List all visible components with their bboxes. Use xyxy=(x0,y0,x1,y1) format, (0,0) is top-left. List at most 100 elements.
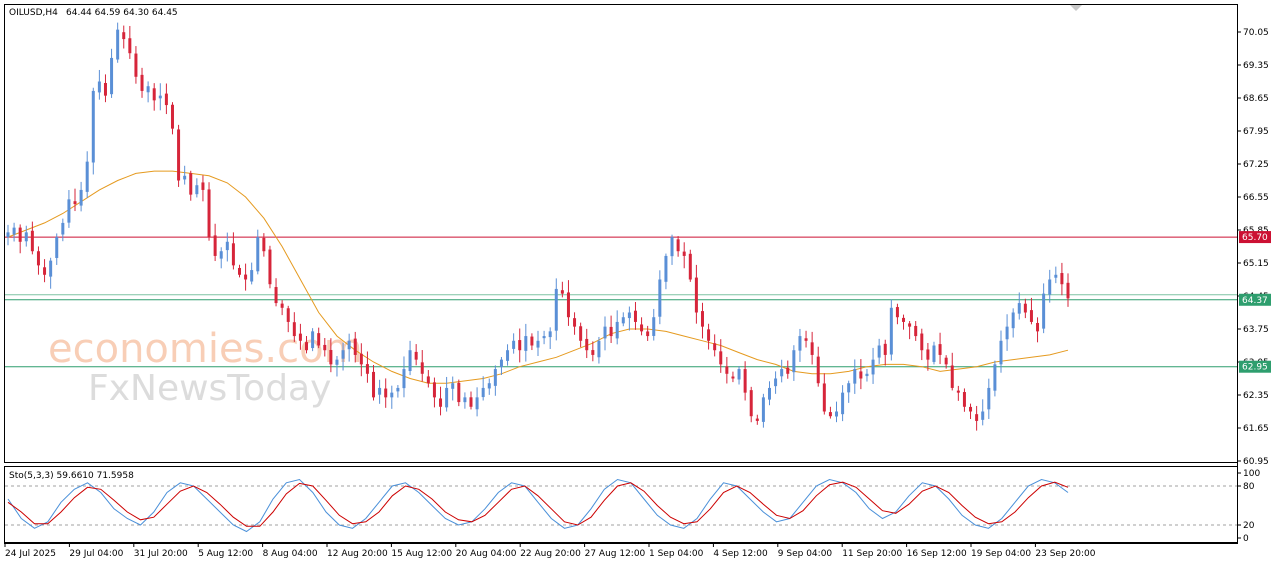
candle-body xyxy=(140,74,144,91)
stoch-tick-label: 20 xyxy=(1243,521,1255,531)
stoch-tick-label: 80 xyxy=(1243,482,1255,492)
candle-body xyxy=(390,392,394,398)
candle-body xyxy=(987,387,991,410)
candle-body xyxy=(914,325,918,337)
time-tick-label: 16 Sep 12:00 xyxy=(907,549,967,559)
time-tick-label: 19 Sep 04:00 xyxy=(971,549,1031,559)
candle-body xyxy=(372,371,376,398)
candle-body xyxy=(627,312,631,319)
candle-body xyxy=(579,326,583,341)
candle-body xyxy=(548,331,552,338)
candle-body xyxy=(286,308,290,322)
candle-body xyxy=(280,303,284,308)
candle-body xyxy=(646,331,650,337)
candle-body xyxy=(871,359,875,375)
candle-body xyxy=(652,317,656,336)
time-tick-label: 5 Aug 12:00 xyxy=(198,549,253,559)
candle-body xyxy=(1048,279,1052,295)
candle-body xyxy=(49,260,53,277)
candle-body xyxy=(621,317,625,324)
candle-body xyxy=(506,350,510,361)
candle-body xyxy=(73,201,77,205)
candle-body xyxy=(317,333,321,346)
candle-body xyxy=(152,88,156,101)
candle-body xyxy=(786,367,790,374)
time-axis: 24 Jul 2025 29 Jul 04:00 31 Jul 20:00 5 Aug… xyxy=(4,543,1096,559)
candle-body xyxy=(24,232,28,242)
stoch-tick-label: 100 xyxy=(1243,469,1260,479)
price-tick-label: 66.55 xyxy=(1243,193,1269,203)
candle-body xyxy=(177,129,181,181)
candle-body xyxy=(305,342,309,351)
candle-body xyxy=(91,90,95,163)
candle-body xyxy=(670,237,674,257)
time-tick-label: 15 Aug 12:00 xyxy=(391,549,452,559)
candle-body xyxy=(103,82,107,96)
candle-body xyxy=(566,292,570,318)
watermark-fxnewstoday: FxNewsToday xyxy=(88,368,331,409)
candle-body xyxy=(414,351,418,360)
candle-body xyxy=(1036,322,1040,332)
candle-body xyxy=(1029,310,1033,322)
candle-body xyxy=(18,227,22,242)
time-tick-label: 9 Sep 04:00 xyxy=(778,549,833,559)
price-tick-label: 60.95 xyxy=(1243,457,1269,467)
candle-body xyxy=(359,353,363,365)
candle-body xyxy=(792,350,796,373)
chart-root: economies.com FxNewsToday 70.05 69.35 68.6… xyxy=(0,0,1280,567)
candle-body xyxy=(609,326,613,337)
candle-body xyxy=(993,364,997,391)
candle-body xyxy=(335,359,339,365)
candle-body xyxy=(676,239,680,252)
candle-body xyxy=(311,331,315,349)
candle-body xyxy=(969,406,973,412)
price-tick-label: 68.65 xyxy=(1243,94,1269,104)
candle-body xyxy=(30,230,34,252)
candle-body xyxy=(1042,293,1046,329)
candle-body xyxy=(883,343,887,355)
price-tick-label: 65.15 xyxy=(1243,259,1269,269)
price-tick-label: 67.95 xyxy=(1243,127,1269,137)
candle-body xyxy=(615,321,619,339)
candle-body xyxy=(475,397,479,410)
candle-body xyxy=(828,412,832,417)
candle-body xyxy=(908,323,912,327)
price-tick-label: 69.35 xyxy=(1243,61,1269,71)
candle-body xyxy=(67,199,71,223)
candle-body xyxy=(731,376,735,379)
time-tick-label: 29 Jul 04:00 xyxy=(69,549,123,559)
candle-body xyxy=(725,366,729,374)
candle-body xyxy=(457,382,461,403)
symbol-label: OILUSD,H4 xyxy=(9,8,58,18)
candle-body xyxy=(877,345,881,358)
price-tick-label: 63.75 xyxy=(1243,325,1269,335)
candle-body xyxy=(341,350,345,359)
candle-body xyxy=(134,53,138,77)
candle-body xyxy=(231,243,235,266)
price-tick-label: 62.35 xyxy=(1243,391,1269,401)
candle-body xyxy=(189,173,193,195)
candle-body xyxy=(658,279,662,317)
time-tick-label: 24 Jul 2025 xyxy=(5,549,56,559)
candle-body xyxy=(981,411,985,420)
candle-body xyxy=(274,287,278,304)
watermark-economies: economies.com xyxy=(48,326,363,372)
candle-body xyxy=(1011,312,1015,329)
stoch-title: Sto(5,3,3) 59.6610 71.5958 xyxy=(9,471,134,481)
candle-body xyxy=(737,369,741,380)
candle-body xyxy=(822,383,826,412)
candle-body xyxy=(956,390,960,393)
candle-body xyxy=(1023,303,1027,313)
time-tick-label: 20 Aug 04:00 xyxy=(456,549,517,559)
time-tick-label: 11 Sep 20:00 xyxy=(842,549,902,559)
candle-body xyxy=(323,344,327,351)
candle-body xyxy=(195,185,199,195)
candle-body xyxy=(853,369,857,384)
candle-body xyxy=(12,227,16,235)
candle-body xyxy=(512,340,516,349)
candle-body xyxy=(560,290,564,294)
price-tick-label: 61.65 xyxy=(1243,424,1269,434)
time-tick-label: 27 Aug 12:00 xyxy=(585,549,646,559)
candle-body xyxy=(61,222,65,235)
candle-body xyxy=(536,340,540,348)
